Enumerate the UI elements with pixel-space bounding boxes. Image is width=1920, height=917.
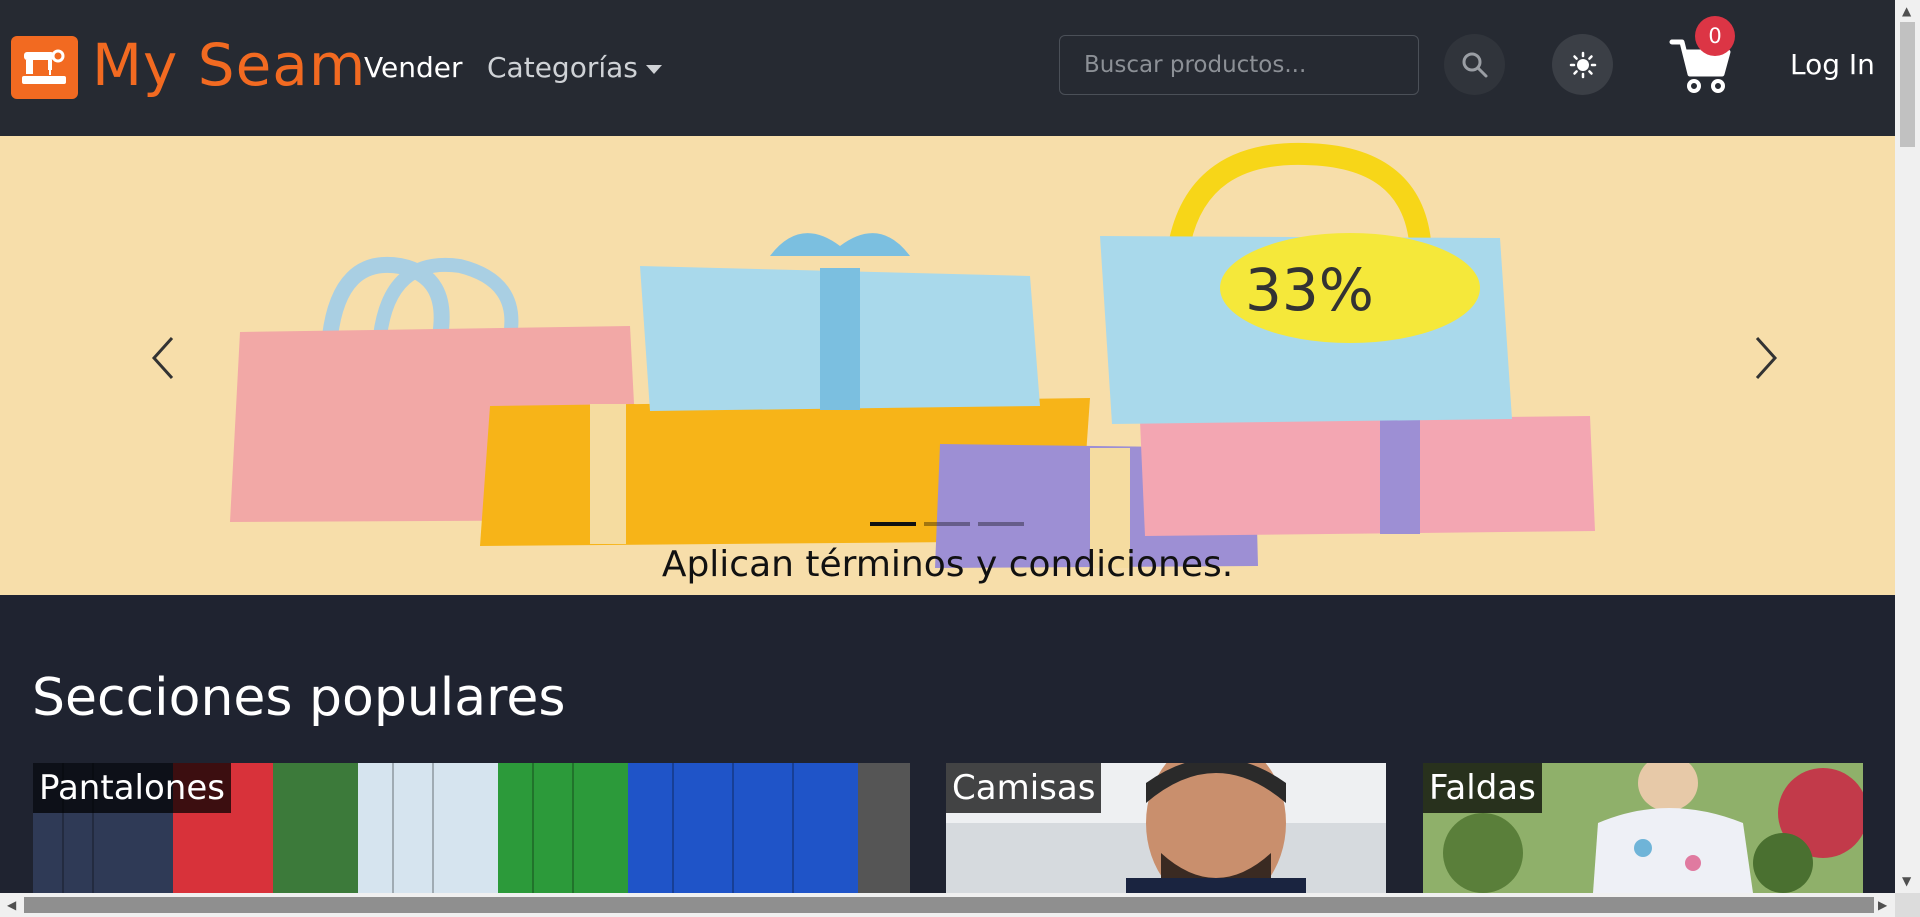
scroll-right-icon[interactable]: ▶ bbox=[1878, 898, 1887, 912]
carousel-next-button[interactable] bbox=[1739, 328, 1789, 388]
carousel-indicator[interactable] bbox=[978, 522, 1024, 526]
scroll-left-icon[interactable]: ◀ bbox=[7, 898, 16, 912]
scroll-down-icon[interactable]: ▼ bbox=[1902, 874, 1911, 888]
nav-link-sell[interactable]: Vender bbox=[364, 50, 462, 86]
chevron-right-icon bbox=[1755, 336, 1778, 380]
section-title: Secciones populares bbox=[32, 668, 566, 728]
horizontal-scroll-thumb[interactable] bbox=[24, 897, 1874, 913]
scroll-up-icon[interactable]: ▲ bbox=[1902, 4, 1911, 18]
theme-toggle-button[interactable] bbox=[1552, 34, 1613, 95]
navbar: My Seam Vender Categorías 0 L bbox=[0, 0, 1895, 136]
login-link[interactable]: Log In bbox=[1790, 48, 1875, 81]
brand-name[interactable]: My Seam bbox=[92, 30, 366, 100]
cart-count-badge: 0 bbox=[1695, 16, 1735, 56]
nav-categories-label: Categorías bbox=[487, 51, 638, 84]
category-card-pantalones[interactable]: Pantalones bbox=[33, 763, 910, 893]
nav-dropdown-categories[interactable]: Categorías bbox=[487, 50, 662, 86]
category-card-camisas[interactable]: Camisas bbox=[946, 763, 1386, 893]
carousel-indicator[interactable] bbox=[870, 522, 916, 526]
card-label: Camisas bbox=[946, 763, 1102, 813]
card-label: Pantalones bbox=[33, 763, 231, 813]
search-input[interactable] bbox=[1059, 35, 1419, 95]
carousel-indicators bbox=[870, 522, 1024, 526]
carousel-prev-button[interactable] bbox=[140, 328, 190, 388]
carousel-indicator[interactable] bbox=[924, 522, 970, 526]
vertical-scrollbar[interactable]: ▲ ▼ bbox=[1895, 0, 1920, 893]
horizontal-scrollbar[interactable]: ◀ ▶ bbox=[0, 893, 1895, 917]
discount-badge-text: 33% bbox=[1245, 256, 1374, 324]
caret-down-icon bbox=[645, 64, 662, 74]
carousel-caption: Aplican términos y condiciones. bbox=[661, 544, 1234, 585]
vertical-scroll-thumb[interactable] bbox=[1900, 22, 1915, 147]
sun-icon bbox=[1569, 51, 1596, 78]
card-label: Faldas bbox=[1423, 763, 1542, 813]
scrollbar-corner bbox=[1895, 893, 1920, 917]
chevron-left-icon bbox=[151, 336, 174, 380]
search-icon bbox=[1462, 52, 1487, 77]
promo-banner-image bbox=[0, 136, 1895, 595]
category-card-faldas[interactable]: Faldas bbox=[1423, 763, 1863, 893]
search-button[interactable] bbox=[1444, 34, 1505, 95]
promo-carousel: 33% Aplican términos y condiciones. bbox=[0, 136, 1895, 595]
sewing-machine-icon[interactable] bbox=[11, 36, 78, 99]
